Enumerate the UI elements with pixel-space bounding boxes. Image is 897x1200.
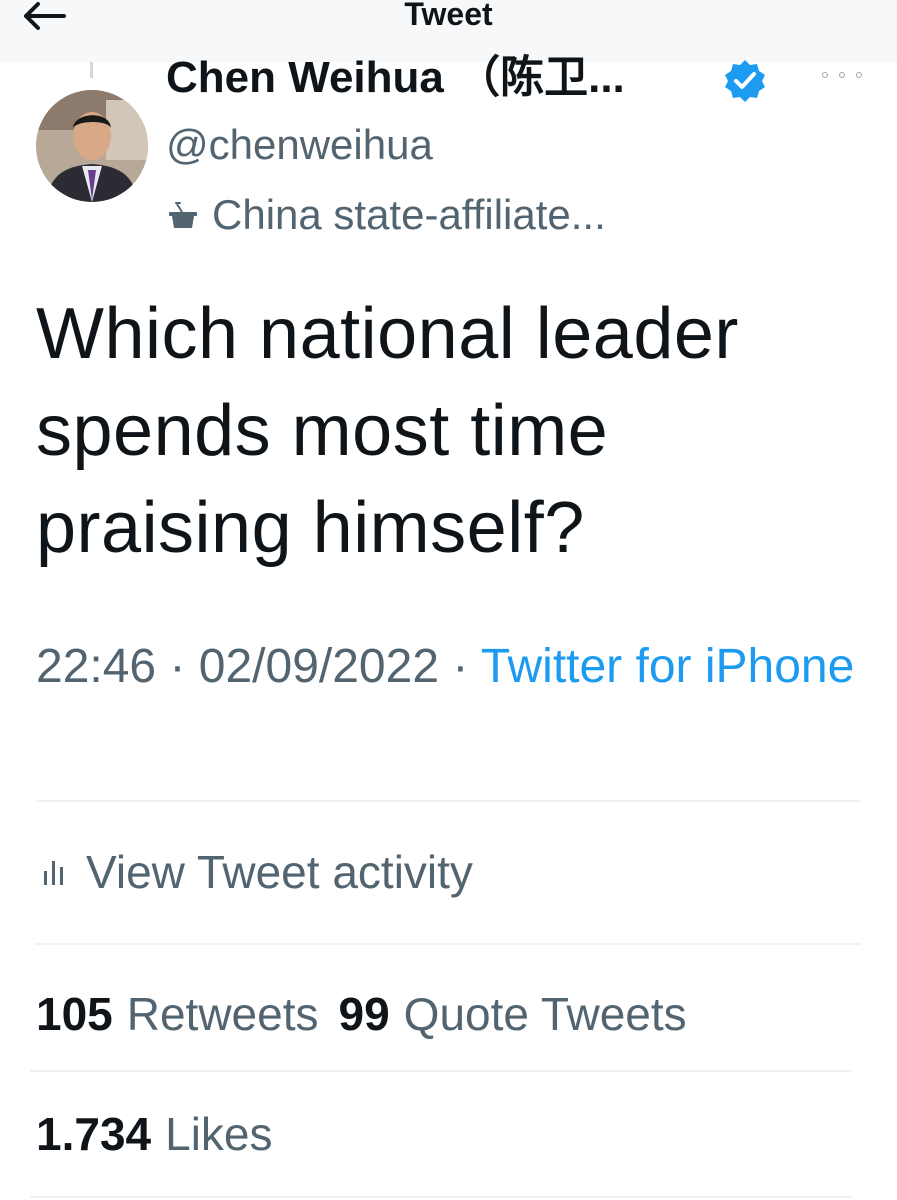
likes-label: Likes <box>165 1108 273 1160</box>
view-tweet-activity-label: View Tweet activity <box>86 846 473 898</box>
more-dot-icon <box>822 72 828 78</box>
divider <box>36 943 861 945</box>
tweet-date[interactable]: 02/09/2022 <box>199 640 439 693</box>
quote-tweets-count[interactable]: 99 <box>339 987 390 1041</box>
retweets-count[interactable]: 105 <box>36 987 113 1041</box>
meta-separator: · <box>439 640 481 693</box>
tweet-text-line: spends most time <box>36 391 609 471</box>
bar-chart-icon <box>44 861 63 885</box>
engagement-stats: 105 Retweets 99 Quote Tweets <box>36 982 707 1046</box>
divider <box>36 800 861 802</box>
verified-badge-icon <box>722 58 768 104</box>
affiliation-text: China state-affiliate... <box>212 191 606 238</box>
tweet-text: Which national leader spends most time p… <box>36 286 836 577</box>
author-display-name[interactable]: Chen Weihua （陈卫... <box>166 52 625 104</box>
tweet-time[interactable]: 22:46 <box>36 640 156 693</box>
avatar-photo <box>36 90 148 202</box>
page-title: Tweet <box>404 0 493 32</box>
view-tweet-activity-button[interactable]: View Tweet activity <box>36 840 473 904</box>
tweet-text-line: Which national leader <box>36 294 739 374</box>
quote-tweets-label[interactable]: Quote Tweets <box>404 987 687 1041</box>
tweet-source-link[interactable]: Twitter for iPhone <box>481 640 855 693</box>
tweet-meta: 22:46 · 02/09/2022 · Twitter for iPhone <box>36 632 856 702</box>
thread-connector-line <box>90 62 93 78</box>
more-dot-icon <box>839 72 845 78</box>
meta-separator: · <box>156 640 199 693</box>
retweets-label[interactable]: Retweets <box>127 987 319 1041</box>
divider <box>30 1196 852 1198</box>
likes-count: 1.734 <box>36 1108 152 1160</box>
author-handle[interactable]: @chenweihua <box>166 120 433 170</box>
avatar[interactable] <box>36 90 148 202</box>
more-options-button[interactable] <box>822 60 862 90</box>
divider <box>30 1070 852 1072</box>
affiliation-label[interactable]: China state-affiliate... <box>166 190 606 240</box>
podium-icon <box>169 202 197 228</box>
likes-stat[interactable]: 1.734 Likes <box>36 1102 293 1166</box>
tweet-text-line: praising himself? <box>36 488 585 568</box>
more-dot-icon <box>856 72 862 78</box>
